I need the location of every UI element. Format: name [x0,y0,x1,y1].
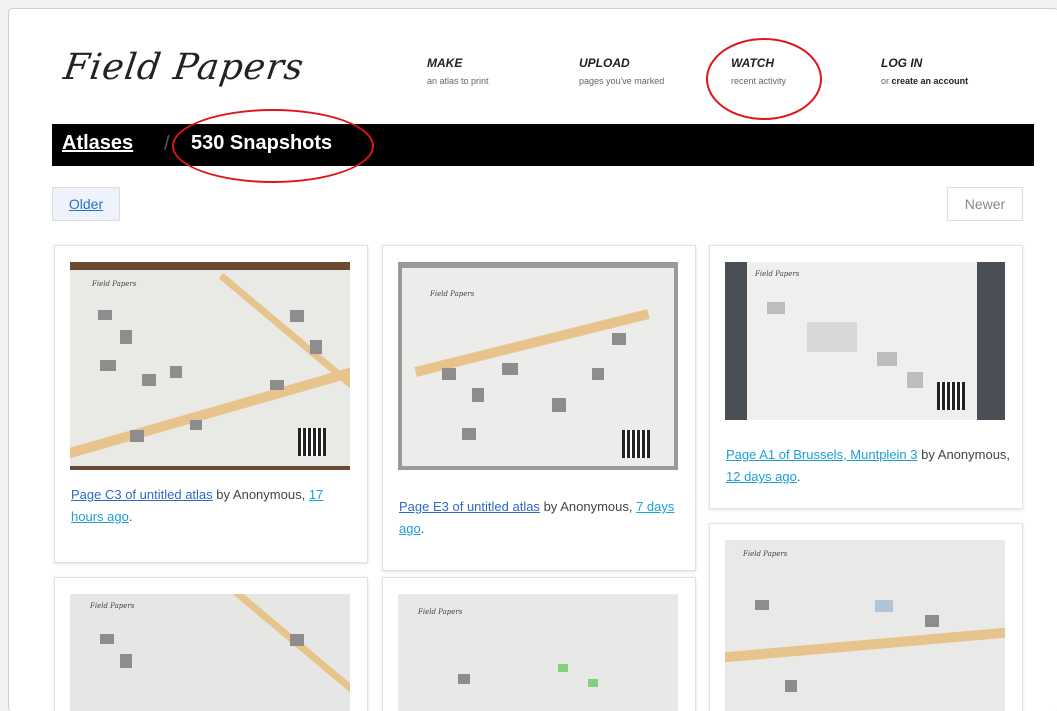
snapshot-caption: Page C3 of untitled atlas by Anonymous, … [71,484,351,528]
map-building [472,388,484,402]
snapshot-thumbnail[interactable]: Field Papers [70,594,350,711]
thumbnail-logo: Field Papers [755,270,800,278]
create-account-link[interactable]: create an account [892,76,969,86]
map-building [558,664,568,672]
qr-code [298,428,326,456]
qr-code [622,430,650,458]
thumbnail-logo: Field Papers [90,602,135,610]
snapshot-thumbnail[interactable]: Field Papers [725,262,1005,420]
snapshot-end: . [420,521,425,536]
thumbnail-logo: Field Papers [418,608,463,616]
snapshot-author: Anonymous, [232,487,306,502]
map-paper: Field Papers [747,262,977,420]
map-building [925,615,939,627]
snapshot-card: Field Papers Page A1 of Brussels, Muntpl… [709,245,1023,509]
nav-login-title[interactable]: LOG IN [881,56,968,70]
snapshot-card: Field Papers [382,577,696,711]
map-building [442,368,456,380]
snapshot-thumbnail[interactable]: Field Papers [398,594,678,711]
map-building [755,600,769,610]
thumbnail-logo: Field Papers [743,550,788,558]
map-building [767,302,785,314]
map-building [458,674,470,684]
snapshot-by: by [216,487,231,502]
nav-upload-subtitle: pages you've marked [579,76,665,86]
nav-login-subtitle: or create an account [881,76,968,86]
page-frame: Field Papers MAKE an atlas to print UPLO… [8,8,1057,711]
snapshot-title-link[interactable]: Page C3 of untitled atlas [71,487,213,502]
snapshot-by: by [543,499,558,514]
map-building [100,634,114,644]
nav-watch-title[interactable]: WATCH [731,56,786,70]
nav-make-subtitle: an atlas to print [427,76,489,86]
snapshot-author: Anonymous, [560,499,633,514]
map-building [120,330,132,344]
snapshot-time-link[interactable]: 12 days ago [726,469,797,484]
snapshot-card: Field Papers [54,577,368,711]
thumbnail-logo: Field Papers [92,280,137,288]
breadcrumb-separator: / [164,133,170,155]
map-building [290,634,304,646]
map-building [877,352,897,366]
map-paper: Field Papers [402,268,674,466]
nav-make[interactable]: MAKE an atlas to print [427,56,489,86]
snapshot-end: . [796,469,801,484]
map-building [170,366,182,378]
snapshot-caption: Page A1 of Brussels, Muntplein 3 by Anon… [726,444,1016,488]
newer-button[interactable]: Newer [947,187,1023,221]
older-button[interactable]: Older [52,187,120,221]
map-road [218,594,350,699]
breadcrumb-atlases[interactable]: Atlases [62,132,133,155]
map-building [875,600,893,612]
map-building [592,368,604,380]
snapshot-thumbnail[interactable]: Field Papers [398,262,678,470]
map-building [270,380,284,390]
map-building [100,360,116,371]
snapshot-card: Field Papers Page E3 of untitled atlas b… [382,245,696,571]
map-building [130,430,144,442]
nav-make-title[interactable]: MAKE [427,56,489,70]
map-building [290,310,304,322]
map-building [612,333,626,345]
map-building [310,340,322,354]
map-building [907,372,923,388]
nav-upload-title[interactable]: UPLOAD [579,56,664,70]
map-road [725,626,1005,664]
nav-watch-subtitle: recent activity [731,76,787,86]
map-building [785,680,797,692]
nav-login[interactable]: LOG IN or create an account [881,56,968,86]
map-building [120,654,132,668]
map-building [142,374,156,386]
map-building [807,322,857,352]
snapshot-end: . [128,509,133,524]
map-building [190,420,202,430]
map-building [502,363,518,375]
snapshot-by: by [921,447,935,462]
map-paper: Field Papers [70,270,350,466]
field-papers-logo[interactable]: Field Papers [61,47,307,88]
snapshot-caption: Page E3 of untitled atlas by Anonymous, … [399,496,679,540]
qr-code [937,382,965,410]
map-building [98,310,112,320]
nav-upload[interactable]: UPLOAD pages you've marked [579,56,664,86]
map-building [462,428,476,440]
map-building [552,398,566,412]
map-building [588,679,598,687]
snapshot-thumbnail[interactable]: Field Papers [70,262,350,470]
title-bar: Atlases / 530 Snapshots [52,124,1034,166]
snapshot-title-link[interactable]: Page A1 of Brussels, Muntplein 3 [726,447,918,462]
page-title: 530 Snapshots [191,132,333,154]
snapshot-title-link[interactable]: Page E3 of untitled atlas [399,499,540,514]
nav-watch[interactable]: WATCH recent activity [731,56,786,86]
snapshot-card: Field Papers [709,523,1023,711]
snapshot-card: Field Papers Page C3 of untitled atlas b… [54,245,368,563]
thumbnail-logo: Field Papers [430,290,475,298]
nav-login-or: or [881,76,890,86]
snapshot-thumbnail[interactable]: Field Papers [725,540,1005,711]
snapshot-author: Anonymous, [937,447,1011,462]
